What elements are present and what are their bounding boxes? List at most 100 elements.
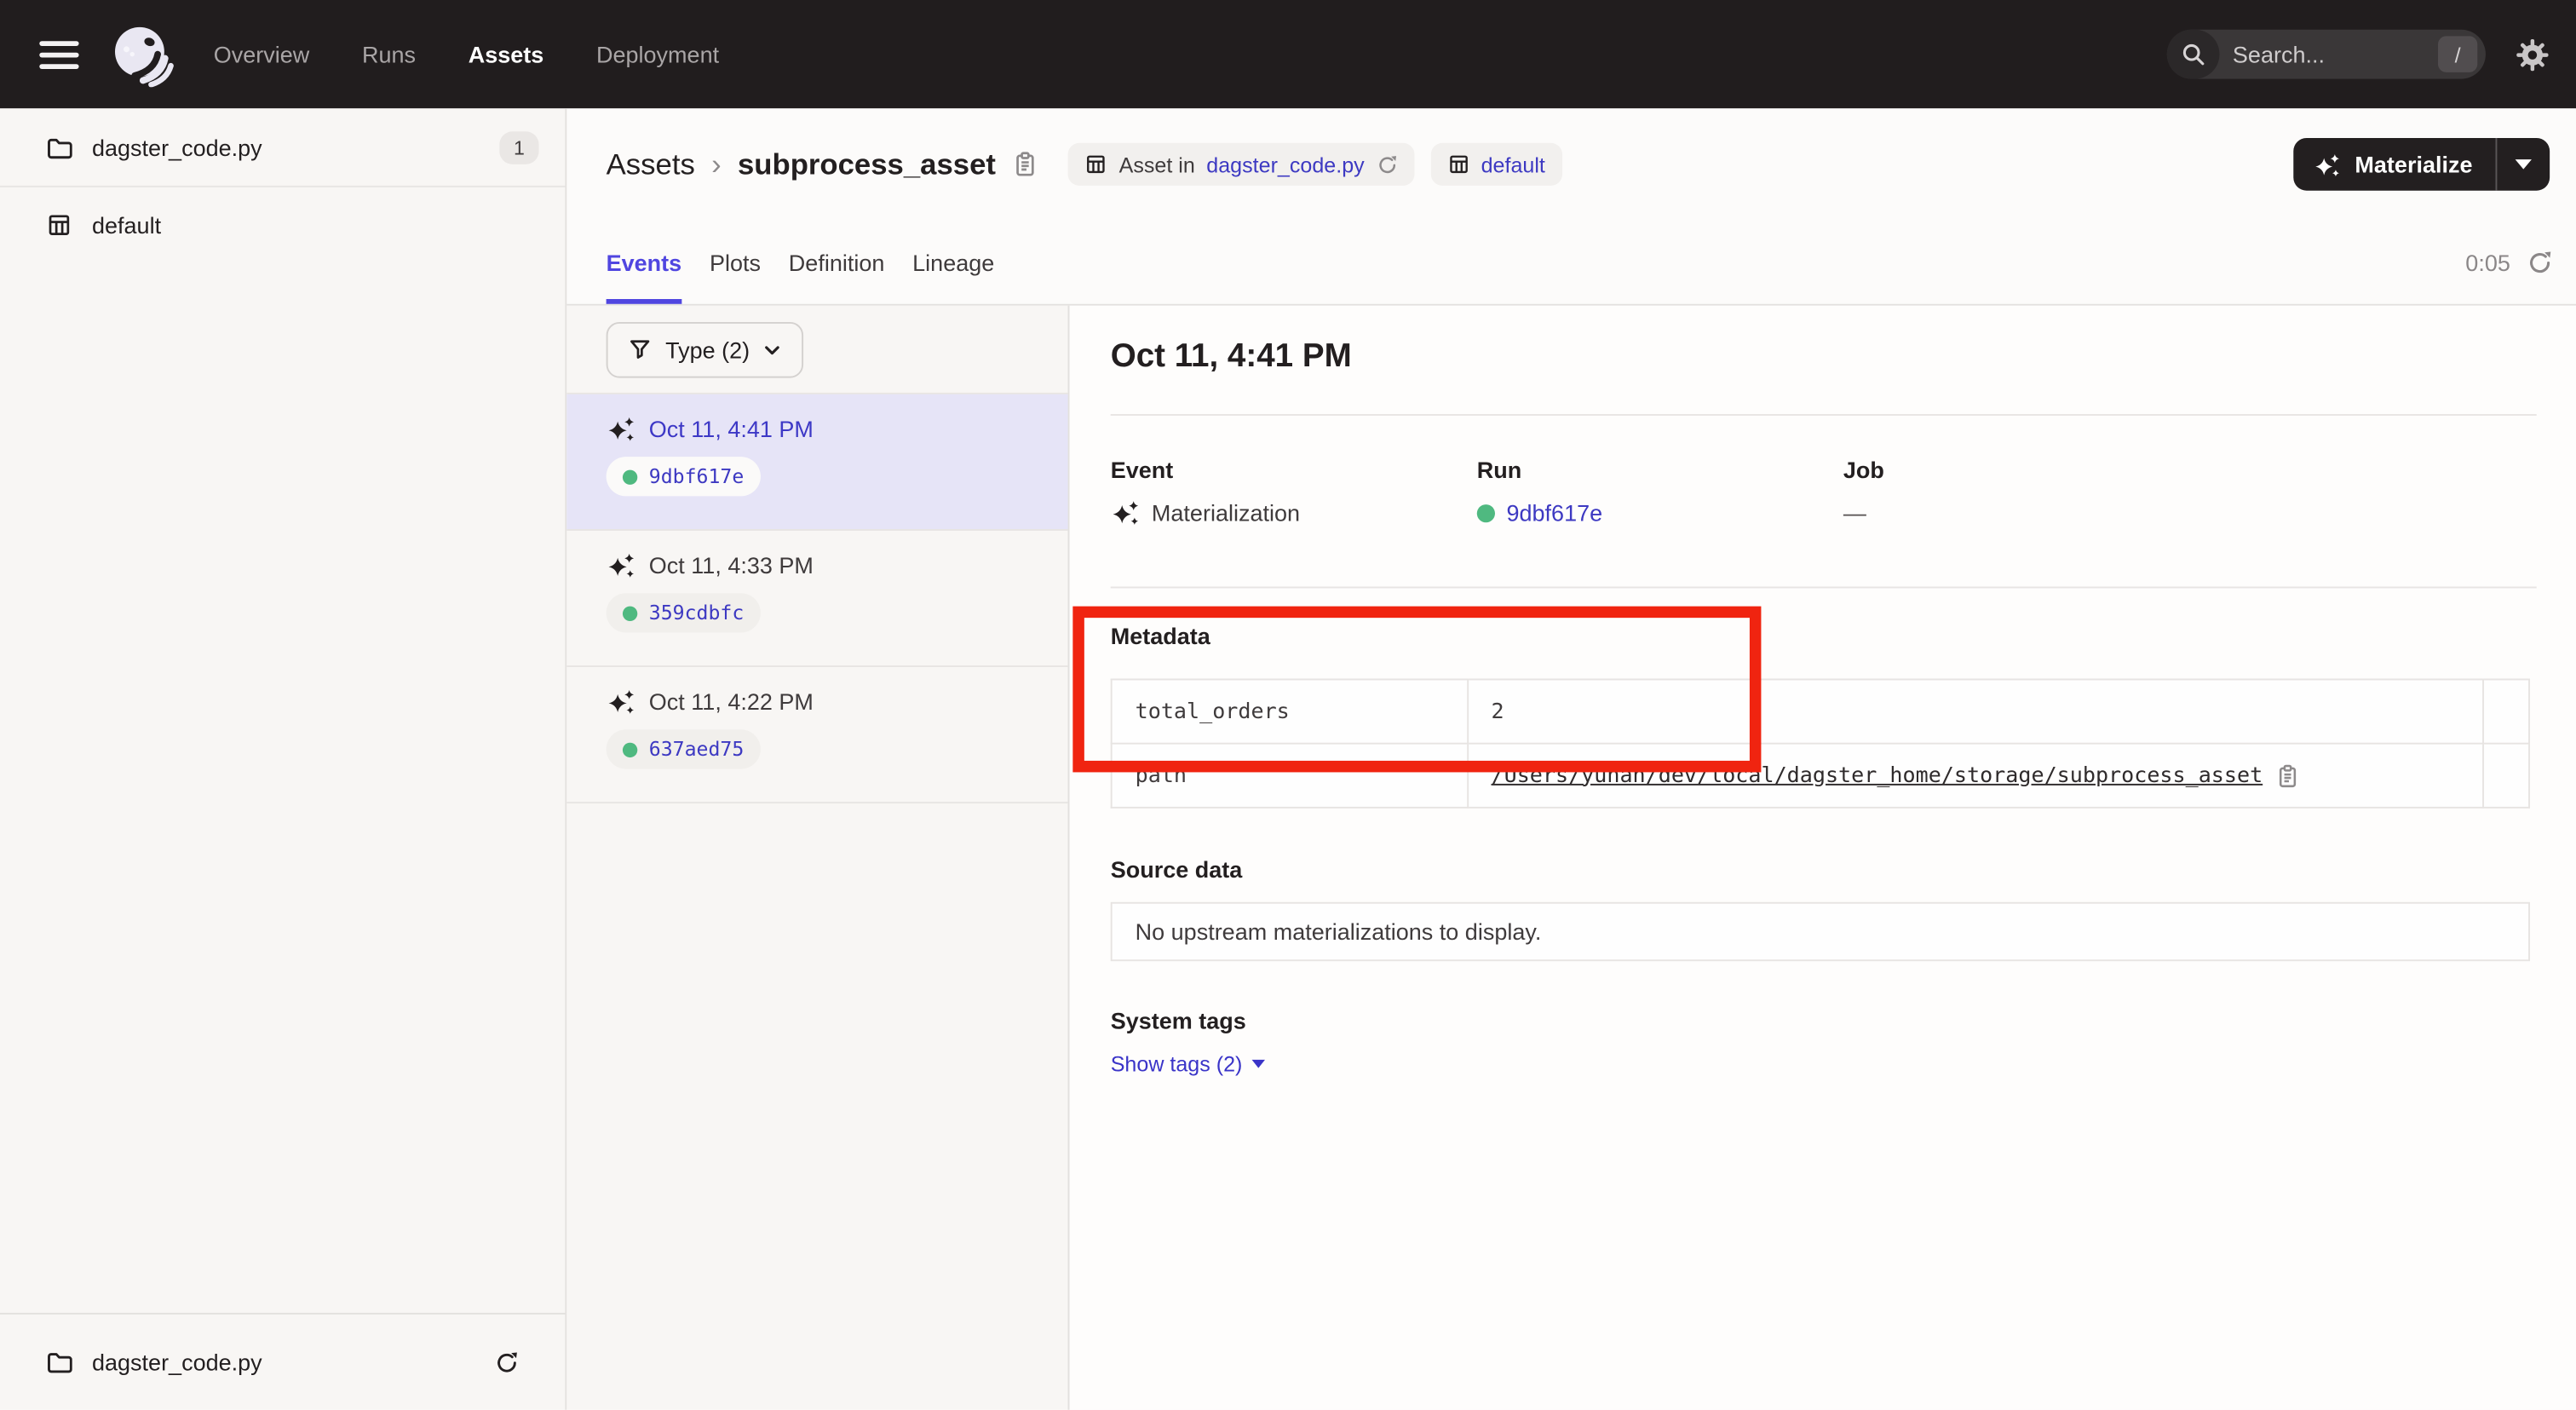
search-input[interactable]: Search... / xyxy=(2167,30,2486,79)
run-id-link[interactable]: 9dbf617e xyxy=(649,465,744,488)
sidebar-item-label: default xyxy=(92,211,539,238)
breadcrumb: Assets › subprocess_asset Asset in dagst… xyxy=(607,143,2294,186)
asset-group-icon xyxy=(1446,153,1469,176)
asset-in-label: Asset in xyxy=(1119,152,1195,176)
asset-count-badge: 1 xyxy=(499,130,538,164)
materialization-sparkle-icon xyxy=(607,416,636,442)
metadata-key: path xyxy=(1112,744,1468,808)
run-tag[interactable]: 637aed75 xyxy=(607,729,761,768)
reload-location-icon[interactable] xyxy=(1376,153,1397,175)
nav-deployment[interactable]: Deployment xyxy=(596,41,719,67)
asset-group-icon xyxy=(46,211,72,238)
materialize-dropdown-button[interactable] xyxy=(2497,138,2550,191)
run-tag[interactable]: 9dbf617e xyxy=(607,457,761,496)
page-title: subprocess_asset xyxy=(738,147,996,182)
copy-path-icon[interactable] xyxy=(2276,763,2301,788)
copy-asset-name-icon[interactable] xyxy=(1012,151,1038,177)
event-list-item[interactable]: Oct 11, 4:22 PM 637aed75 xyxy=(566,667,1067,803)
chevron-down-icon xyxy=(2516,159,2532,170)
asset-tabs: Events Plots Definition Lineage 0:05 xyxy=(566,220,2576,305)
tab-events[interactable]: Events xyxy=(607,220,682,303)
run-id-link[interactable]: 637aed75 xyxy=(649,738,744,761)
octopus-icon xyxy=(108,21,174,87)
event-list-item[interactable]: Oct 11, 4:33 PM 359cdbfc xyxy=(566,531,1067,667)
job-empty-value: — xyxy=(1843,498,1866,527)
system-tags-heading: System tags xyxy=(1111,1005,2537,1035)
refresh-countdown: 0:05 xyxy=(2465,249,2510,275)
tab-definition[interactable]: Definition xyxy=(789,220,885,303)
materialization-sparkle-icon xyxy=(607,688,636,715)
materialize-button[interactable]: Materialize xyxy=(2294,138,2495,191)
sidebar-item-code-location[interactable]: dagster_code.py 1 xyxy=(0,108,565,187)
search-placeholder: Search... xyxy=(2219,41,2437,67)
run-id-link[interactable]: 9dbf617e xyxy=(1506,498,1602,527)
sidebar-item-label: dagster_code.py xyxy=(92,134,480,160)
event-type-value: Materialization xyxy=(1152,498,1300,527)
search-shortcut-badge: / xyxy=(2438,36,2477,72)
event-summary-columns: Event Materialization Run 9dbf617e xyxy=(1111,455,2537,527)
metadata-row: path /Users/yuhan/dev/local/dagster_home… xyxy=(1112,744,2529,808)
run-status-dot xyxy=(623,742,637,757)
caret-down-icon xyxy=(1252,1060,1265,1068)
run-column-label: Run xyxy=(1477,455,1843,485)
dagster-app-window: Overview Runs Assets Deployment Search..… xyxy=(0,0,2576,1410)
job-column-label: Job xyxy=(1843,455,2210,485)
metadata-heading: Metadata xyxy=(1111,621,2537,651)
folder-icon xyxy=(46,1349,72,1375)
asset-header: Assets › subprocess_asset Asset in dagst… xyxy=(566,108,2576,220)
filter-funnel-icon xyxy=(628,337,653,361)
event-detail-heading: Oct 11, 4:41 PM xyxy=(1111,335,2537,377)
source-data-heading: Source data xyxy=(1111,855,2537,884)
asset-group-link[interactable]: default xyxy=(1481,152,1545,176)
sidebar-footer-label: dagster_code.py xyxy=(92,1349,474,1375)
run-id-link[interactable]: 359cdbfc xyxy=(649,601,744,624)
refresh-icon[interactable] xyxy=(2527,249,2553,275)
breadcrumb-separator: › xyxy=(711,147,722,182)
code-location-icon xyxy=(1084,153,1107,176)
metadata-row: total_orders 2 xyxy=(1112,679,2529,743)
run-status-dot xyxy=(623,606,637,620)
asset-group-pill[interactable]: default xyxy=(1430,143,1561,186)
event-column-label: Event xyxy=(1111,455,1477,485)
materialize-button-group: Materialize xyxy=(2294,138,2550,191)
materialization-sparkle-icon xyxy=(1111,499,1141,526)
nav-overview[interactable]: Overview xyxy=(214,41,310,67)
nav-assets[interactable]: Assets xyxy=(469,41,544,67)
event-detail-panel: Oct 11, 4:41 PM Event Materialization Ru… xyxy=(1069,306,2575,1410)
nav-runs[interactable]: Runs xyxy=(362,41,416,67)
dagster-logo[interactable] xyxy=(105,18,177,90)
events-filter-row: Type (2) xyxy=(566,306,1067,394)
event-list-item[interactable]: Oct 11, 4:41 PM 9dbf617e xyxy=(566,394,1067,531)
tab-plots[interactable]: Plots xyxy=(710,220,761,303)
run-tag[interactable]: 359cdbfc xyxy=(607,593,761,632)
search-icon xyxy=(2167,30,2220,79)
sidebar-footer-code-location[interactable]: dagster_code.py xyxy=(0,1313,565,1410)
reload-icon[interactable] xyxy=(494,1350,519,1374)
breadcrumb-assets-link[interactable]: Assets xyxy=(607,147,695,182)
show-tags-label: Show tags (2) xyxy=(1111,1051,1243,1076)
show-tags-toggle[interactable]: Show tags (2) xyxy=(1111,1051,1266,1076)
source-data-empty-state: No upstream materializations to display. xyxy=(1111,902,2530,961)
metadata-key: total_orders xyxy=(1112,679,1468,743)
run-status-dot xyxy=(1477,504,1495,521)
materialize-label: Materialize xyxy=(2355,151,2472,177)
run-status-dot xyxy=(623,469,637,484)
primary-nav: Overview Runs Assets Deployment xyxy=(214,41,719,67)
event-time: Oct 11, 4:41 PM xyxy=(649,416,814,442)
metadata-table: total_orders 2 path /Users/yuhan/dev/loc… xyxy=(1111,678,2530,808)
tab-lineage[interactable]: Lineage xyxy=(912,220,994,303)
metadata-path-link[interactable]: /Users/yuhan/dev/local/dagster_home/stor… xyxy=(1492,763,2263,788)
folder-icon xyxy=(46,134,72,160)
code-location-link[interactable]: dagster_code.py xyxy=(1206,152,1364,176)
chevron-down-icon xyxy=(763,339,783,359)
event-time: Oct 11, 4:22 PM xyxy=(649,688,814,715)
events-list-panel: Type (2) Oct 11, 4:41 PM xyxy=(566,306,1069,1410)
source-data-empty-message: No upstream materializations to display. xyxy=(1136,918,1542,945)
sidebar-item-default-group[interactable]: default xyxy=(0,187,565,262)
asset-location-pill[interactable]: Asset in dagster_code.py xyxy=(1068,143,1414,186)
settings-gear-icon[interactable] xyxy=(2516,37,2550,71)
hamburger-menu-icon[interactable] xyxy=(39,40,78,68)
sparkle-icon xyxy=(2314,152,2342,176)
asset-sidebar: dagster_code.py 1 default dagster_code.p… xyxy=(0,108,566,1409)
type-filter-button[interactable]: Type (2) xyxy=(607,321,804,377)
